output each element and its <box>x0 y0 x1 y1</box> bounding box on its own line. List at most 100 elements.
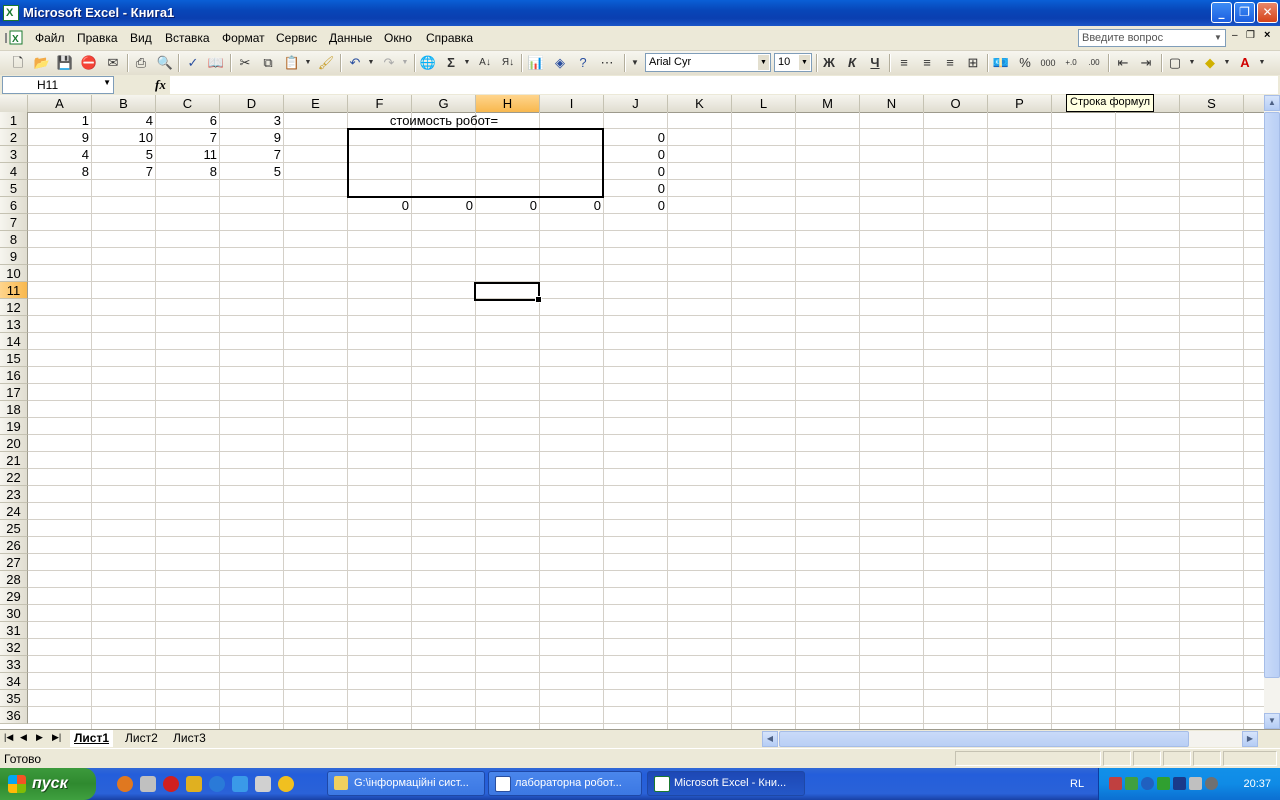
print-preview-icon[interactable]: 🔍 <box>156 54 174 72</box>
row-header[interactable]: 13 <box>0 316 28 333</box>
row-header[interactable]: 5 <box>0 180 28 197</box>
help-icon[interactable]: ? <box>574 54 592 72</box>
row-header[interactable]: 35 <box>0 690 28 707</box>
last-sheet-icon[interactable]: ▶| <box>52 732 61 743</box>
row-header[interactable]: 6 <box>0 197 28 214</box>
cell-h6[interactable]: 0 <box>476 197 540 214</box>
row-header[interactable]: 33 <box>0 656 28 673</box>
row-header[interactable]: 7 <box>0 214 28 231</box>
undo-dropdown-icon[interactable]: ▼ <box>362 54 380 72</box>
select-all-corner[interactable] <box>0 95 28 112</box>
row-header[interactable]: 32 <box>0 639 28 656</box>
align-right-icon[interactable]: ≡ <box>941 54 959 72</box>
column-header[interactable]: O <box>924 95 988 112</box>
language-indicator[interactable]: RL <box>1070 778 1084 790</box>
underline-button[interactable]: Ч <box>866 54 884 72</box>
sort-descending-icon[interactable]: Я↓ <box>499 54 517 72</box>
research-icon[interactable]: 📖 <box>207 54 225 72</box>
messenger-tray-icon[interactable] <box>1141 777 1154 790</box>
internet-explorer-icon[interactable] <box>209 776 225 792</box>
doc-minimize-button[interactable]: – <box>1232 30 1238 41</box>
name-box[interactable]: H11 ▼ <box>2 76 114 94</box>
menu-view[interactable]: Вид <box>130 31 152 45</box>
menu-tools[interactable]: Сервис <box>276 31 317 45</box>
row-header[interactable]: 25 <box>0 520 28 537</box>
cell-c2[interactable]: 7 <box>156 129 220 146</box>
media-player-icon[interactable] <box>278 776 294 792</box>
cell-a4[interactable]: 8 <box>28 163 92 180</box>
cell-j3[interactable]: 0 <box>604 146 668 163</box>
row-header[interactable]: 8 <box>0 231 28 248</box>
cell-g1[interactable]: стоимость робот= <box>380 112 508 129</box>
row-header[interactable]: 31 <box>0 622 28 639</box>
cell-g6[interactable]: 0 <box>412 197 476 214</box>
cell-j5[interactable]: 0 <box>604 180 668 197</box>
save-icon[interactable]: 💾 <box>56 54 74 72</box>
cell-c4[interactable]: 8 <box>156 163 220 180</box>
row-header[interactable]: 29 <box>0 588 28 605</box>
currency-icon[interactable]: 💶 <box>992 54 1010 72</box>
permission-icon[interactable]: ⛔ <box>80 54 98 72</box>
prev-sheet-icon[interactable]: ◀ <box>20 732 27 743</box>
insert-function-icon[interactable]: fx <box>155 77 166 93</box>
print-icon[interactable]: ⎙ <box>132 54 150 72</box>
update-icon[interactable] <box>1205 777 1218 790</box>
align-center-icon[interactable]: ≡ <box>918 54 936 72</box>
fill-color-dropdown-icon[interactable]: ▼ <box>1218 54 1236 72</box>
cell-b4[interactable]: 7 <box>92 163 156 180</box>
row-header[interactable]: 12 <box>0 299 28 316</box>
merge-center-icon[interactable]: ⊞ <box>964 54 982 72</box>
cell-d2[interactable]: 9 <box>220 129 284 146</box>
formula-input[interactable] <box>170 76 1278 94</box>
doc-close-button[interactable]: × <box>1264 29 1270 41</box>
paste-dropdown-icon[interactable]: ▼ <box>299 54 317 72</box>
cell-f6[interactable]: 0 <box>348 197 412 214</box>
row-header[interactable]: 23 <box>0 486 28 503</box>
column-header[interactable]: S <box>1180 95 1244 112</box>
column-header[interactable]: P <box>988 95 1052 112</box>
worksheet-grid[interactable]: ABCDEFGHIJKLMNOPQRS 12345678910111213141… <box>0 95 1264 729</box>
italic-button[interactable]: К <box>843 54 861 72</box>
redo-dropdown-icon[interactable]: ▼ <box>396 54 414 72</box>
start-button[interactable]: пуск <box>0 768 96 800</box>
cell-i6[interactable]: 0 <box>540 197 604 214</box>
cell-a1[interactable]: 1 <box>28 112 92 129</box>
chevron-down-icon[interactable]: ▼ <box>1212 31 1224 45</box>
row-header[interactable]: 3 <box>0 146 28 163</box>
percent-button[interactable]: % <box>1016 54 1034 72</box>
cell-b1[interactable]: 4 <box>92 112 156 129</box>
column-header[interactable]: C <box>156 95 220 112</box>
column-header[interactable]: E <box>284 95 348 112</box>
borders-icon[interactable]: ▢ <box>1166 54 1184 72</box>
next-sheet-icon[interactable]: ▶ <box>36 732 43 743</box>
fill-color-icon[interactable]: ◆ <box>1201 54 1219 72</box>
column-header[interactable]: J <box>604 95 668 112</box>
scroll-left-icon[interactable]: ◀ <box>762 731 778 747</box>
row-header[interactable]: 18 <box>0 401 28 418</box>
chevron-down-icon[interactable]: ▼ <box>103 78 111 87</box>
cell-d1[interactable]: 3 <box>220 112 284 129</box>
taskbar-item-explorer[interactable]: G:\інформаційні сист... <box>327 771 485 796</box>
cell-a3[interactable]: 4 <box>28 146 92 163</box>
opera-icon[interactable] <box>163 776 179 792</box>
row-header[interactable]: 10 <box>0 265 28 282</box>
sort-ascending-icon[interactable]: A↓ <box>476 54 494 72</box>
column-header[interactable]: N <box>860 95 924 112</box>
row-header[interactable]: 26 <box>0 537 28 554</box>
column-header[interactable]: F <box>348 95 412 112</box>
row-header[interactable]: 28 <box>0 571 28 588</box>
row-header[interactable]: 11 <box>0 282 28 299</box>
cut-icon[interactable]: ✂ <box>236 54 254 72</box>
row-header[interactable]: 20 <box>0 435 28 452</box>
close-button[interactable]: ✕ <box>1257 2 1278 23</box>
menu-data[interactable]: Данные <box>329 31 372 45</box>
sheet-tab-3[interactable]: Лист3 <box>169 730 210 747</box>
row-header[interactable]: 36 <box>0 707 28 724</box>
workbook-icon[interactable]: X <box>4 30 24 46</box>
row-header[interactable]: 4 <box>0 163 28 180</box>
minimize-button[interactable]: _ <box>1211 2 1232 23</box>
menu-insert[interactable]: Вставка <box>165 31 210 45</box>
winamp-icon[interactable] <box>186 776 202 792</box>
cell-c1[interactable]: 6 <box>156 112 220 129</box>
maximize-button[interactable]: ❐ <box>1234 2 1255 23</box>
